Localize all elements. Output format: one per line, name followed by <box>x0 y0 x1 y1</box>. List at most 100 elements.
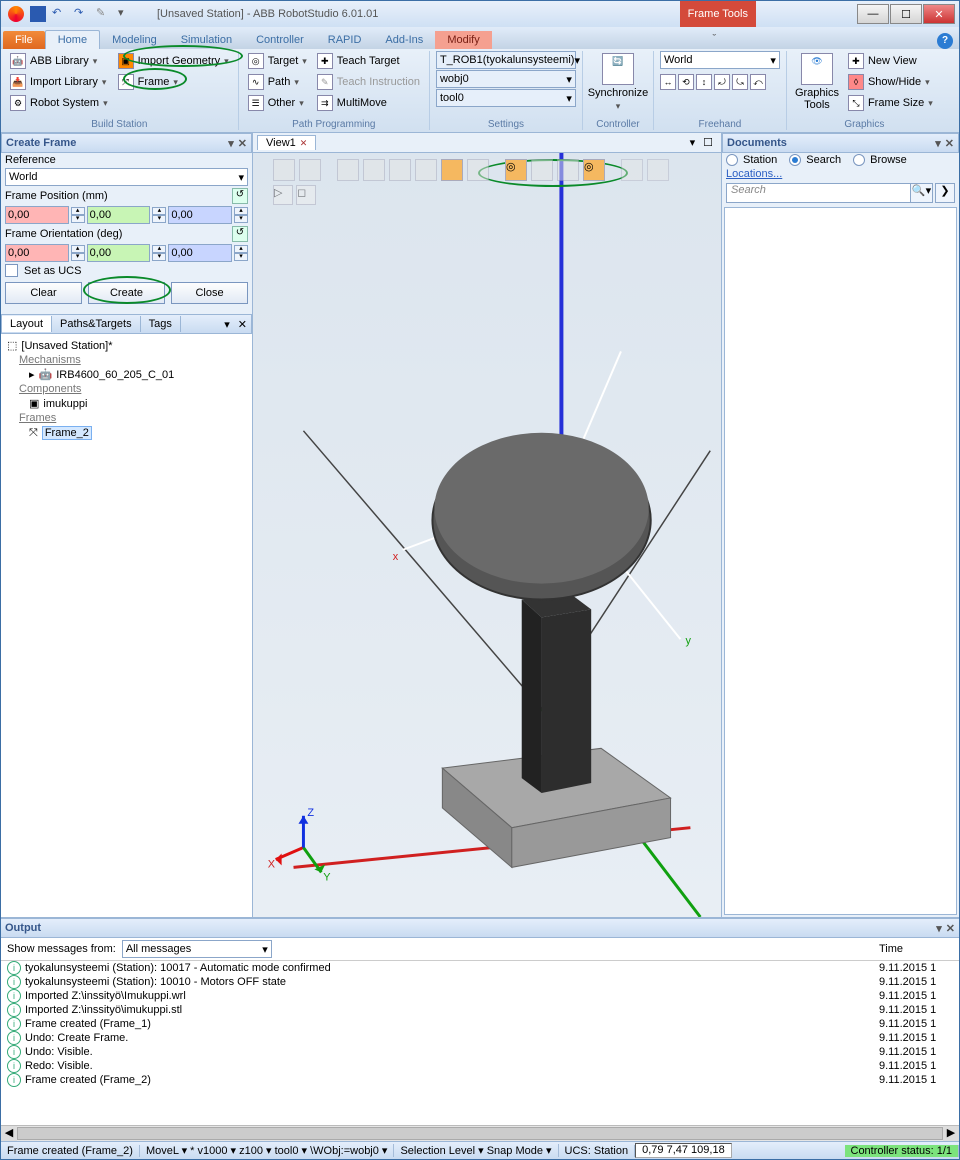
view-dropdown-icon[interactable]: ▾ <box>686 136 700 149</box>
orient-y-spin[interactable]: ▴▾ <box>152 245 166 261</box>
target-button[interactable]: ◎Target▾ <box>245 51 310 71</box>
orient-x-field[interactable]: 0,00 <box>5 244 69 262</box>
view1-tab[interactable]: View1✕ <box>257 135 316 150</box>
tab-home[interactable]: Home <box>45 30 100 49</box>
help-icon[interactable]: ? <box>937 33 953 49</box>
status-motion[interactable]: MoveL ▾ * v1000 ▾ z100 ▾ tool0 ▾ \WObj:=… <box>140 1144 395 1157</box>
qat-customize-icon[interactable]: ▾ <box>118 6 134 22</box>
new-view-button[interactable]: ✚New View <box>845 51 936 71</box>
close-button[interactable]: ✕ <box>923 4 955 24</box>
docs-close-icon[interactable]: ✕ <box>945 137 954 150</box>
rotate-icon[interactable]: ⟲ <box>678 74 694 90</box>
output-row[interactable]: iUndo: Visible.9.11.2015 1 <box>1 1045 959 1059</box>
paths-targets-tab[interactable]: Paths&Targets <box>52 316 141 332</box>
messages-filter-combo[interactable]: All messages▾ <box>122 940 272 958</box>
task-combo[interactable]: T_ROB1(tyokalunsysteemi)▾ <box>436 51 576 69</box>
output-row[interactable]: ityokalunsysteemi (Station): 10017 - Aut… <box>1 961 959 975</box>
teach-target-button[interactable]: ✚Teach Target <box>314 51 423 71</box>
clear-button[interactable]: Clear <box>5 282 82 304</box>
jog-joint-icon[interactable]: ⤿ <box>732 74 748 90</box>
tree-frame-2[interactable]: ⤧Frame_2 <box>5 425 248 441</box>
status-selection[interactable]: Selection Level ▾ Snap Mode ▾ <box>394 1144 558 1157</box>
tab-controller[interactable]: Controller <box>244 31 316 49</box>
orient-x-spin[interactable]: ▴▾ <box>71 245 85 261</box>
layout-close-icon[interactable]: ✕ <box>234 318 251 331</box>
reference-combo[interactable]: World▾ <box>5 168 248 186</box>
tab-file[interactable]: File <box>3 31 45 49</box>
pane-dropdown-icon[interactable]: ▾ <box>228 137 234 150</box>
tab-modify[interactable]: Modify <box>435 31 491 49</box>
tags-tab[interactable]: Tags <box>141 316 181 332</box>
browse-radio[interactable] <box>853 154 865 166</box>
tree-root[interactable]: ⬚[Unsaved Station]* <box>5 338 248 353</box>
snap-object-icon[interactable]: ◎ <box>583 159 605 181</box>
view-restore-icon[interactable]: ☐ <box>699 136 717 149</box>
robot-system-button[interactable]: ⚙Robot System▾ <box>7 93 111 113</box>
output-close-icon[interactable]: ✕ <box>946 922 955 935</box>
layout-dropdown-icon[interactable]: ▾ <box>220 318 234 331</box>
tool-combo[interactable]: tool0▾ <box>436 89 576 107</box>
tab-rapid[interactable]: RAPID <box>316 31 374 49</box>
layout-tab[interactable]: Layout <box>2 316 52 332</box>
snap-2-icon[interactable] <box>363 159 385 181</box>
tab-simulation[interactable]: Simulation <box>169 31 244 49</box>
close-frame-button[interactable]: Close <box>171 282 248 304</box>
orient-z-spin[interactable]: ▴▾ <box>234 245 248 261</box>
path-button[interactable]: ∿Path▾ <box>245 72 310 92</box>
pos-x-field[interactable]: 0,00 <box>5 206 69 224</box>
world-combo[interactable]: World▾ <box>660 51 780 69</box>
reset-position-icon[interactable]: ↺ <box>232 188 248 204</box>
frame-size-button[interactable]: ⤡Frame Size▾ <box>845 93 936 113</box>
station-radio[interactable] <box>726 154 738 166</box>
redo-icon[interactable]: ↷ <box>74 6 90 22</box>
synchronize-button[interactable]: 🔄Synchronize▾ <box>589 51 647 113</box>
abb-library-button[interactable]: 🤖ABB Library▾ <box>7 51 111 71</box>
graphics-tools-button[interactable]: 👁Graphics Tools <box>793 51 841 113</box>
snap-4-icon[interactable] <box>415 159 437 181</box>
move-icon[interactable]: ↔ <box>660 74 676 90</box>
search-radio[interactable] <box>789 154 801 166</box>
tree-component[interactable]: ▣imukuppi <box>5 396 248 411</box>
other-button[interactable]: ☰Other▾ <box>245 93 310 113</box>
import-geometry-button[interactable]: ▣Import Geometry▾ <box>115 51 232 71</box>
select-part-icon[interactable] <box>299 159 321 181</box>
snap-6-icon[interactable] <box>467 159 489 181</box>
tab-addins[interactable]: Add-Ins <box>373 31 435 49</box>
view-close-icon[interactable]: ✕ <box>300 138 308 149</box>
pane-close-icon[interactable]: ✕ <box>238 137 247 150</box>
output-row[interactable]: iImported Z:\inssityö\Imukuppi.wrl9.11.2… <box>1 989 959 1003</box>
expand-button[interactable]: ❯ <box>935 183 955 203</box>
minimize-button[interactable]: — <box>857 4 889 24</box>
snap-3-icon[interactable] <box>389 159 411 181</box>
jog-reorient-icon[interactable]: ⤾ <box>714 74 730 90</box>
set-as-ucs-checkbox[interactable] <box>5 264 18 277</box>
tree-robot[interactable]: ▸🤖IRB4600_60_205_C_01 <box>5 367 248 382</box>
snap-center-icon[interactable]: ◎ <box>505 159 527 181</box>
show-hide-button[interactable]: ◊Show/Hide▾ <box>845 72 936 92</box>
tab-modeling[interactable]: Modeling <box>100 31 169 49</box>
jog-multi-icon[interactable]: ⤺ <box>750 74 766 90</box>
ribbon-collapse-icon[interactable]: ˇ <box>706 33 722 49</box>
select-tool-icon[interactable] <box>273 159 295 181</box>
pos-y-spin[interactable]: ▴▾ <box>152 207 166 223</box>
output-row[interactable]: iRedo: Visible.9.11.2015 1 <box>1 1059 959 1073</box>
pos-y-field[interactable]: 0,00 <box>87 206 151 224</box>
snap-1-icon[interactable] <box>337 159 359 181</box>
measure-2-icon[interactable] <box>647 159 669 181</box>
output-row[interactable]: iFrame created (Frame_2)9.11.2015 1 <box>1 1073 959 1087</box>
jog-linear-icon[interactable]: ↕ <box>696 74 712 90</box>
output-hscroll[interactable]: ◀ ▶ <box>1 1125 959 1141</box>
import-library-button[interactable]: 📥Import Library▾ <box>7 72 111 92</box>
pos-z-spin[interactable]: ▴▾ <box>234 207 248 223</box>
save-icon[interactable] <box>30 6 46 22</box>
orient-z-field[interactable]: 0,00 <box>168 244 232 262</box>
pos-z-field[interactable]: 0,00 <box>168 206 232 224</box>
stop-icon[interactable]: ◻ <box>296 185 316 205</box>
frame-button[interactable]: ⤧Frame▾ <box>115 72 232 92</box>
3d-viewport[interactable]: ◎ ◎ ▷ ◻ <box>253 153 721 917</box>
layout-tree[interactable]: ⬚[Unsaved Station]* Mechanisms ▸🤖IRB4600… <box>1 334 252 917</box>
search-input[interactable]: Search <box>726 183 911 203</box>
orient-y-field[interactable]: 0,00 <box>87 244 151 262</box>
snap-7-icon[interactable] <box>531 159 553 181</box>
search-button[interactable]: 🔍▾ <box>911 183 933 203</box>
